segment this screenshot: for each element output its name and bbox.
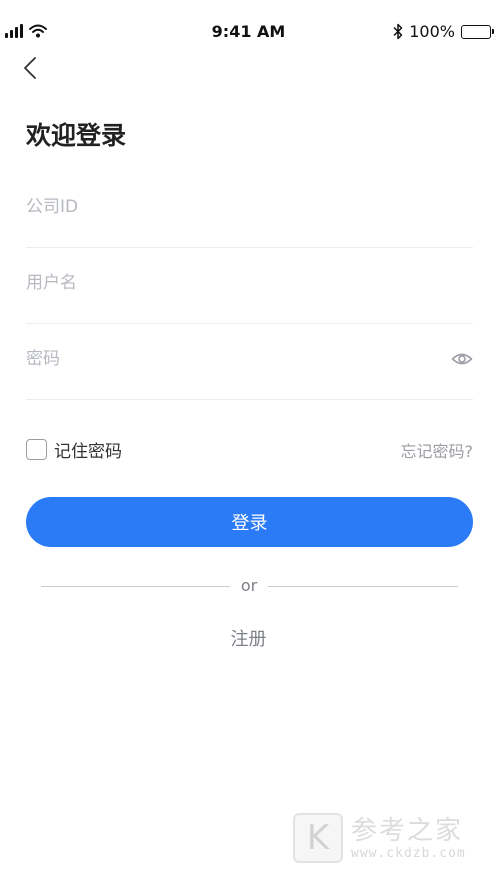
divider-left (41, 586, 230, 587)
bluetooth-icon (393, 23, 403, 40)
status-right: 100% (393, 22, 494, 41)
watermark-text: 参考之家 (351, 815, 464, 846)
company-id-field-row (26, 172, 473, 248)
back-button[interactable] (16, 52, 44, 84)
watermark-logo: K (293, 813, 343, 863)
divider-right (268, 586, 458, 587)
watermark: K 参考之家 www.ckdzb.com (293, 810, 493, 866)
battery-icon (461, 24, 494, 39)
remember-password-checkbox[interactable] (26, 439, 47, 460)
status-bar: 9:41 AM 100% (0, 0, 497, 64)
watermark-text-group: 参考之家 www.ckdzb.com (351, 816, 466, 861)
login-button[interactable]: 登录 (26, 497, 473, 547)
watermark-url: www.ckdzb.com (351, 845, 466, 861)
username-input[interactable] (26, 268, 426, 298)
password-input[interactable] (26, 344, 426, 374)
username-field-row (26, 248, 473, 324)
or-label: or (240, 576, 258, 595)
eye-icon[interactable] (451, 348, 473, 370)
forgot-password-link[interactable]: 忘记密码? (401, 438, 474, 462)
remember-password-toggle[interactable]: 记住密码 (26, 437, 122, 462)
register-link[interactable]: 注册 (0, 625, 497, 651)
remember-password-label: 记住密码 (54, 442, 122, 462)
battery-percent: 100% (409, 22, 455, 41)
chevron-left-icon (24, 57, 36, 79)
page-title: 欢迎登录 (26, 121, 127, 150)
password-field-row (26, 324, 473, 400)
company-id-input[interactable] (26, 192, 426, 222)
